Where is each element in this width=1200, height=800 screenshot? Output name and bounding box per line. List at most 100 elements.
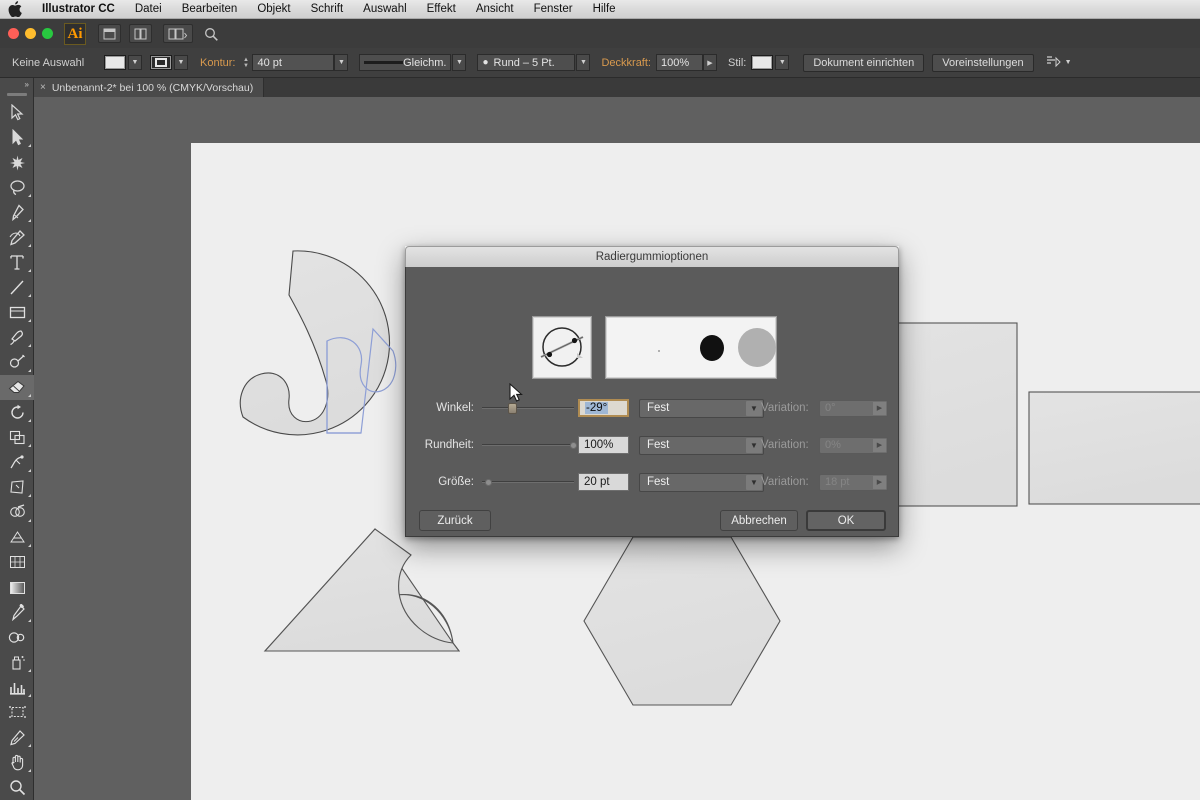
free-transform-tool[interactable] [0, 475, 34, 500]
roundness-slider-thumb[interactable] [570, 442, 578, 449]
graphic-style-swatch[interactable] [751, 55, 774, 70]
bridge-icon[interactable] [98, 24, 121, 43]
cancel-button[interactable]: Abbrechen [720, 510, 798, 531]
menu-item-ansicht[interactable]: Ansicht [466, 0, 524, 19]
menu-item-fenster[interactable]: Fenster [524, 0, 583, 19]
style-dropdown-arrow[interactable]: ▼ [775, 55, 790, 70]
angle-value-field[interactable]: -29° [578, 399, 629, 417]
tool-flyout-indicator[interactable] [28, 144, 31, 147]
tool-flyout-indicator[interactable] [28, 694, 31, 697]
pen-tool[interactable] [0, 200, 34, 225]
tools-panel-collapse-icon[interactable]: » [0, 78, 33, 91]
tool-flyout-indicator[interactable] [28, 744, 31, 747]
search-icon[interactable] [200, 24, 223, 43]
tool-flyout-indicator[interactable] [28, 344, 31, 347]
angle-slider-track[interactable] [482, 407, 574, 409]
align-dropdown-arrow[interactable]: ▼ [1065, 59, 1072, 66]
close-tab-icon[interactable]: × [40, 82, 46, 93]
menu-item-schrift[interactable]: Schrift [301, 0, 354, 19]
paintbrush-tool[interactable] [0, 325, 34, 350]
size-slider-track[interactable] [482, 481, 574, 483]
type-tool[interactable] [0, 250, 34, 275]
angle-slider-thumb[interactable] [507, 403, 517, 414]
angle-dial-preview[interactable] [532, 316, 592, 379]
tool-flyout-indicator[interactable] [28, 544, 31, 547]
stroke-weight-dropdown-arrow[interactable]: ▼ [334, 54, 349, 71]
apple-logo-icon[interactable] [8, 1, 23, 18]
tool-flyout-indicator[interactable] [28, 294, 31, 297]
shaper-tool[interactable] [0, 350, 34, 375]
eraser-tool[interactable] [0, 375, 34, 400]
tool-flyout-indicator[interactable] [28, 419, 31, 422]
tool-flyout-indicator[interactable] [28, 619, 31, 622]
mesh-tool[interactable] [0, 550, 34, 575]
stroke-weight-field[interactable]: 40 pt [252, 54, 335, 71]
dialog-title-bar[interactable]: Radiergummioptionen [405, 246, 899, 267]
tool-flyout-indicator[interactable] [28, 319, 31, 322]
maximize-window-button[interactable] [42, 28, 53, 39]
tool-flyout-indicator[interactable] [28, 444, 31, 447]
rotate-tool[interactable] [0, 400, 34, 425]
brush-definition-select[interactable]: ● Rund – 5 Pt. [477, 54, 576, 71]
brush-definition-dropdown-arrow[interactable]: ▼ [576, 54, 591, 71]
blend-tool[interactable] [0, 625, 34, 650]
tool-flyout-indicator[interactable] [28, 469, 31, 472]
chevron-down-icon[interactable]: ▼ [746, 437, 762, 453]
tool-flyout-indicator[interactable] [28, 494, 31, 497]
tool-flyout-indicator[interactable] [28, 219, 31, 222]
gradient-tool[interactable] [0, 575, 34, 600]
tool-flyout-indicator[interactable] [28, 394, 31, 397]
size-value-field[interactable]: 20 pt [578, 473, 629, 491]
stroke-profile-dropdown-arrow[interactable]: ▼ [452, 54, 467, 71]
minimize-window-button[interactable] [25, 28, 36, 39]
document-tab[interactable]: × Unbenannt-2* bei 100 % (CMYK/Vorschau) [34, 78, 265, 97]
menu-item-effekt[interactable]: Effekt [417, 0, 466, 19]
preferences-button[interactable]: Voreinstellungen [932, 53, 1034, 72]
menu-item-datei[interactable]: Datei [125, 0, 172, 19]
rectangle-tool[interactable] [0, 300, 34, 325]
stroke-weight-stepper[interactable]: ▲ ▼ [241, 57, 250, 69]
shape-builder-tool[interactable] [0, 500, 34, 525]
menu-item-hilfe[interactable]: Hilfe [583, 0, 626, 19]
workspace-icon[interactable] [163, 24, 193, 43]
menu-item-auswahl[interactable]: Auswahl [353, 0, 416, 19]
perspective-grid-tool[interactable] [0, 525, 34, 550]
roundness-slider-track[interactable] [482, 444, 574, 446]
tool-flyout-indicator[interactable] [28, 194, 31, 197]
tool-flyout-indicator[interactable] [28, 519, 31, 522]
roundness-mode-dropdown[interactable]: Fest ▼ [639, 435, 764, 455]
size-mode-dropdown[interactable]: Fest ▼ [639, 472, 764, 492]
menu-item-app[interactable]: Illustrator CC [32, 0, 125, 19]
tool-flyout-indicator[interactable] [28, 369, 31, 372]
menu-item-bearbeiten[interactable]: Bearbeiten [172, 0, 248, 19]
chevron-down-icon[interactable]: ▼ [746, 400, 762, 416]
zoom-tool[interactable] [0, 775, 34, 800]
opacity-dropdown-arrow[interactable]: ▶ [702, 54, 717, 71]
slice-tool[interactable] [0, 725, 34, 750]
magic-wand-tool[interactable] [0, 150, 34, 175]
align-icon[interactable] [1046, 56, 1061, 69]
eyedropper-tool[interactable] [0, 600, 34, 625]
tools-panel-drag-handle[interactable] [6, 93, 27, 96]
size-slider-thumb[interactable] [484, 479, 492, 486]
tool-flyout-indicator[interactable] [28, 769, 31, 772]
tool-flyout-indicator[interactable] [28, 669, 31, 672]
window-controls[interactable] [8, 28, 53, 39]
direct-selection-tool[interactable] [0, 125, 34, 150]
size-slider[interactable] [482, 472, 574, 492]
line-segment-tool[interactable] [0, 275, 34, 300]
menu-item-objekt[interactable]: Objekt [247, 0, 300, 19]
close-window-button[interactable] [8, 28, 19, 39]
scale-tool[interactable] [0, 425, 34, 450]
stroke-swatch[interactable] [150, 55, 172, 70]
tool-flyout-indicator[interactable] [28, 269, 31, 272]
chevron-down-icon[interactable]: ▼ [746, 474, 762, 490]
curvature-tool[interactable] [0, 225, 34, 250]
angle-mode-dropdown[interactable]: Fest ▼ [639, 398, 764, 418]
eraser-options-dialog[interactable]: Radiergummioptionen Winkel: -29° Fest ▼ … [405, 246, 899, 537]
column-graph-tool[interactable] [0, 675, 34, 700]
stroke-profile-select[interactable]: Gleichm. [359, 54, 452, 71]
symbol-sprayer-tool[interactable] [0, 650, 34, 675]
fill-swatch[interactable] [104, 55, 126, 70]
roundness-slider[interactable] [482, 435, 578, 455]
